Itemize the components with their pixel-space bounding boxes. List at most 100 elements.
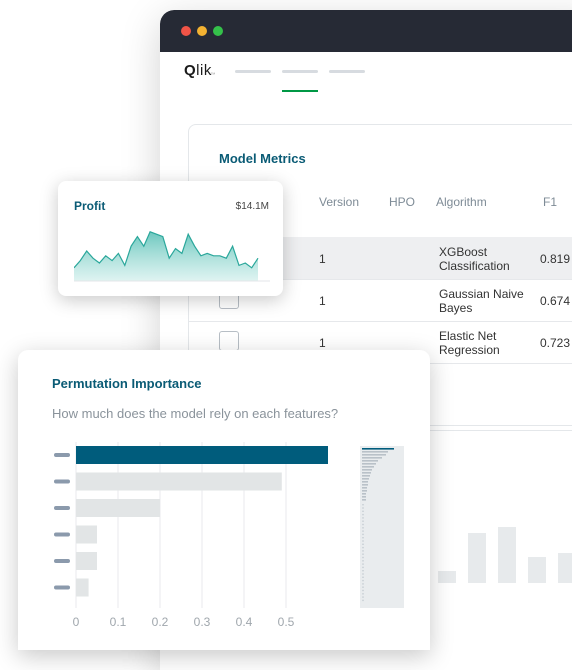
minimap-bar (362, 540, 364, 542)
minimap-bar (362, 517, 364, 519)
minimap-bar (362, 487, 367, 489)
minimap-bar (362, 563, 364, 565)
column-header-algorithm[interactable]: Algorithm (436, 195, 487, 209)
minimap-bar (362, 454, 386, 456)
minimap-bar (362, 566, 364, 569)
maximize-window-button[interactable] (213, 26, 223, 36)
minimap-bar (362, 520, 364, 522)
minimap-bar (362, 533, 364, 536)
f1-cell: 0.723 (540, 336, 571, 350)
minimap-bar (362, 513, 364, 516)
minimap-bar (362, 484, 368, 486)
qlik-logo[interactable]: Qlik ™ (184, 62, 215, 79)
x-tick-label: 0.4 (236, 615, 253, 629)
nav-active-indicator (282, 90, 318, 92)
category-label-placeholder (54, 532, 70, 537)
minimap-bar (362, 553, 364, 555)
column-header-f1[interactable]: F1 (543, 195, 557, 209)
minimap-bar (362, 579, 364, 582)
minimap-bar (362, 472, 371, 474)
minimap-bar (362, 593, 364, 595)
minimap-bar (362, 573, 364, 575)
minimap-bar (362, 493, 366, 495)
category-label-placeholder (54, 506, 70, 510)
profit-area (74, 231, 258, 281)
minimap-bar (362, 466, 374, 468)
minimap-bar (362, 576, 364, 578)
algorithm-cell: Elastic Net Regression (439, 329, 500, 357)
x-tick-label: 0.5 (278, 615, 295, 629)
column-header-hpo[interactable]: HPO (389, 195, 415, 209)
minimap-bar (362, 463, 376, 465)
x-tick-label: 0.2 (152, 615, 169, 629)
minimap-bar (362, 543, 364, 545)
minimap-bar (362, 510, 364, 512)
minimap-bar (362, 596, 364, 598)
minimap-bar (362, 546, 364, 549)
category-label-placeholder (54, 453, 70, 457)
model-metrics-title: Model Metrics (219, 151, 306, 166)
minimap-bar (362, 481, 368, 483)
minimap-bar (362, 537, 364, 539)
nav-item-3[interactable] (329, 70, 365, 73)
minimap-bar (362, 523, 364, 526)
permutation-importance-card: Permutation Importance How much does the… (18, 350, 430, 650)
minimap-bar (362, 570, 364, 572)
f1-cell: 0.819 (540, 252, 571, 266)
window-titlebar (160, 10, 572, 52)
importance-bar[interactable] (76, 578, 89, 597)
minimap-bar (362, 475, 370, 477)
minimap-bar (362, 460, 378, 462)
f1-cell: 0.674 (540, 294, 571, 308)
profit-card[interactable]: Profit $14.1M (58, 181, 283, 296)
version-cell: 1 (319, 294, 326, 308)
minimap-bar (362, 527, 364, 529)
importance-bar[interactable] (76, 552, 97, 570)
minimap-bar (362, 560, 364, 562)
category-label-placeholder (54, 559, 70, 563)
minimap-bar (362, 490, 367, 492)
importance-bar[interactable] (76, 472, 282, 491)
minimize-window-button[interactable] (197, 26, 207, 36)
minimap-bar (362, 589, 364, 592)
minimap-bar (362, 451, 388, 453)
minimap-bar (362, 530, 364, 532)
nav-item-1[interactable] (235, 70, 271, 73)
minimap-bar (362, 448, 394, 450)
column-header-version[interactable]: Version (319, 195, 359, 209)
importance-bar[interactable] (76, 499, 160, 517)
importance-bar[interactable] (76, 525, 97, 544)
minimap-bar (362, 550, 364, 552)
background-bar (528, 557, 546, 583)
version-cell: 1 (319, 336, 326, 350)
minimap-bar (362, 499, 366, 501)
profit-sparkline (74, 231, 270, 282)
x-tick-label: 0.1 (110, 615, 127, 629)
minimap-bar (362, 496, 366, 498)
minimap-bar (362, 469, 372, 471)
nav-item-2[interactable] (282, 70, 318, 73)
minimap-bar (362, 556, 364, 559)
x-tick-label: 0 (73, 615, 80, 629)
background-bar (558, 553, 572, 583)
profit-value: $14.1M (235, 201, 269, 212)
profit-title: Profit (74, 199, 106, 213)
category-label-placeholder (54, 585, 70, 590)
background-bar (468, 533, 486, 583)
algorithm-cell: XGBoost Classification (439, 245, 510, 273)
minimap-bar (362, 504, 364, 506)
minimap-bar (362, 457, 382, 459)
minimap-panel[interactable] (360, 446, 404, 608)
minimap-bar (362, 507, 364, 509)
algorithm-cell: Gaussian Naive Bayes (439, 287, 524, 315)
minimap-chart (362, 448, 394, 602)
version-cell: 1 (319, 252, 326, 266)
background-bar (498, 527, 516, 583)
x-tick-label: 0.3 (194, 615, 211, 629)
close-window-button[interactable] (181, 26, 191, 36)
row-checkbox[interactable] (219, 331, 239, 351)
category-label-placeholder (54, 479, 70, 484)
minimap-bar (362, 599, 364, 602)
importance-bar[interactable] (76, 446, 328, 464)
minimap-bar (362, 583, 364, 585)
